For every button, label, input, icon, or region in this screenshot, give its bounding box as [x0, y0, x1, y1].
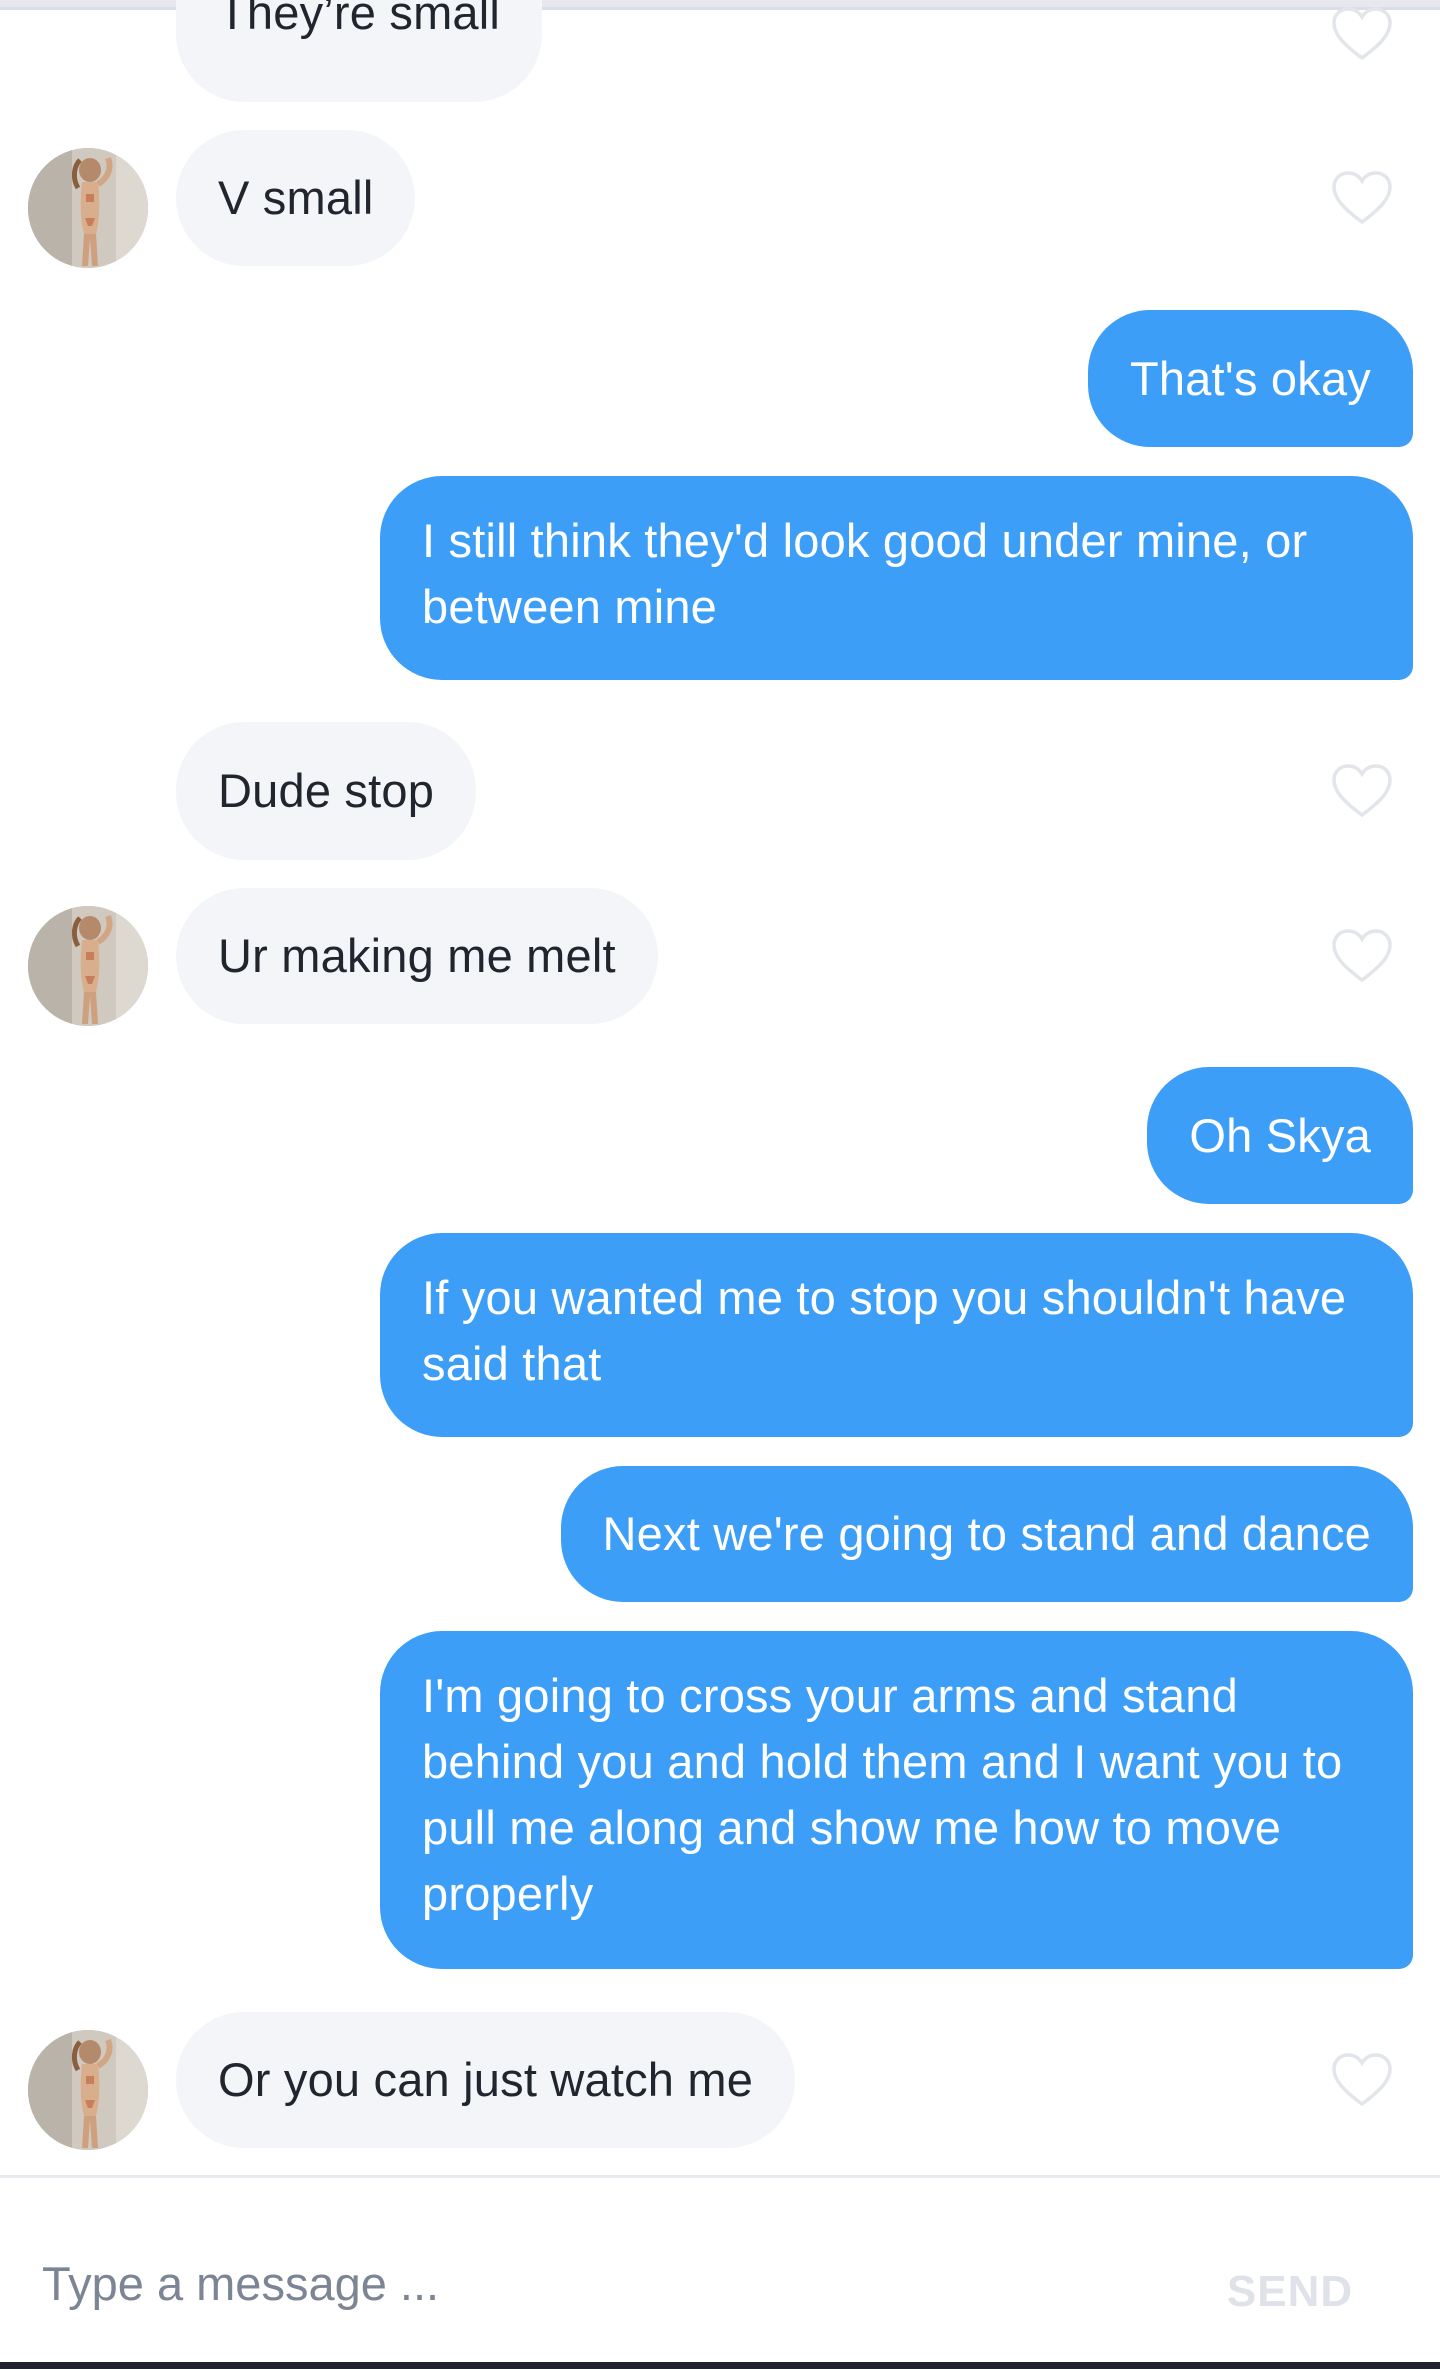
message-row: Next we're going to stand and dance: [0, 1466, 1440, 1602]
message-text: Ur making me melt: [218, 929, 616, 982]
outgoing-message-bubble[interactable]: I'm going to cross your arms and stand b…: [380, 1631, 1413, 1969]
heart-outline-icon[interactable]: [1331, 763, 1393, 819]
message-text: I still think they'd look good under min…: [422, 514, 1308, 633]
message-text: Dude stop: [218, 764, 435, 817]
bottom-edge: [0, 2362, 1440, 2369]
incoming-message-bubble[interactable]: V small: [176, 130, 416, 266]
outgoing-message-bubble[interactable]: That's okay: [1087, 310, 1413, 447]
message-text: They’re small: [218, 0, 501, 39]
incoming-message-bubble[interactable]: Or you can just watch me: [176, 2012, 796, 2148]
heart-outline-icon[interactable]: [1331, 2052, 1393, 2108]
message-row: V small: [0, 128, 1440, 268]
message-row: Ur making me melt: [0, 886, 1440, 1026]
message-text: Oh Skya: [1189, 1108, 1371, 1162]
outgoing-message-bubble[interactable]: I still think they'd look good under min…: [380, 476, 1413, 680]
message-text: If you wanted me to stop you shouldn't h…: [422, 1271, 1347, 1390]
message-composer: SEND: [0, 2175, 1440, 2369]
message-row: I still think they'd look good under min…: [0, 476, 1440, 680]
avatar[interactable]: [28, 148, 148, 268]
message-text: Next we're going to stand and dance: [602, 1507, 1371, 1560]
outgoing-message-bubble[interactable]: Next we're going to stand and dance: [560, 1466, 1413, 1602]
message-row: That's okay: [0, 310, 1440, 447]
message-text: Or you can just watch me: [218, 2053, 754, 2106]
incoming-message-bubble[interactable]: Ur making me melt: [176, 888, 658, 1024]
outgoing-message-bubble[interactable]: Oh Skya: [1147, 1067, 1413, 1204]
message-thread[interactable]: They’re small V small That's okay I stil…: [0, 0, 1440, 2175]
message-text: I'm going to cross your arms and stand b…: [422, 1669, 1343, 1920]
avatar[interactable]: [28, 2030, 148, 2150]
heart-outline-icon[interactable]: [1331, 170, 1393, 226]
message-row: Oh Skya: [0, 1067, 1440, 1204]
outgoing-message-bubble[interactable]: If you wanted me to stop you shouldn't h…: [380, 1233, 1413, 1437]
message-row: Dude stop: [0, 722, 1440, 860]
message-row: Or you can just watch me: [0, 2010, 1440, 2150]
message-row: They’re small: [0, 0, 1440, 105]
incoming-message-bubble[interactable]: They’re small: [176, 0, 543, 102]
message-text: V small: [218, 171, 374, 224]
send-button[interactable]: SEND: [1215, 2262, 1365, 2322]
message-row: I'm going to cross your arms and stand b…: [0, 1631, 1440, 1969]
avatar[interactable]: [28, 906, 148, 1026]
incoming-message-bubble[interactable]: Dude stop: [176, 722, 477, 860]
heart-outline-icon[interactable]: [1331, 928, 1393, 984]
message-text: That's okay: [1129, 351, 1371, 405]
message-input[interactable]: [42, 2248, 1142, 2318]
heart-outline-icon[interactable]: [1331, 6, 1393, 62]
message-row: If you wanted me to stop you shouldn't h…: [0, 1233, 1440, 1437]
